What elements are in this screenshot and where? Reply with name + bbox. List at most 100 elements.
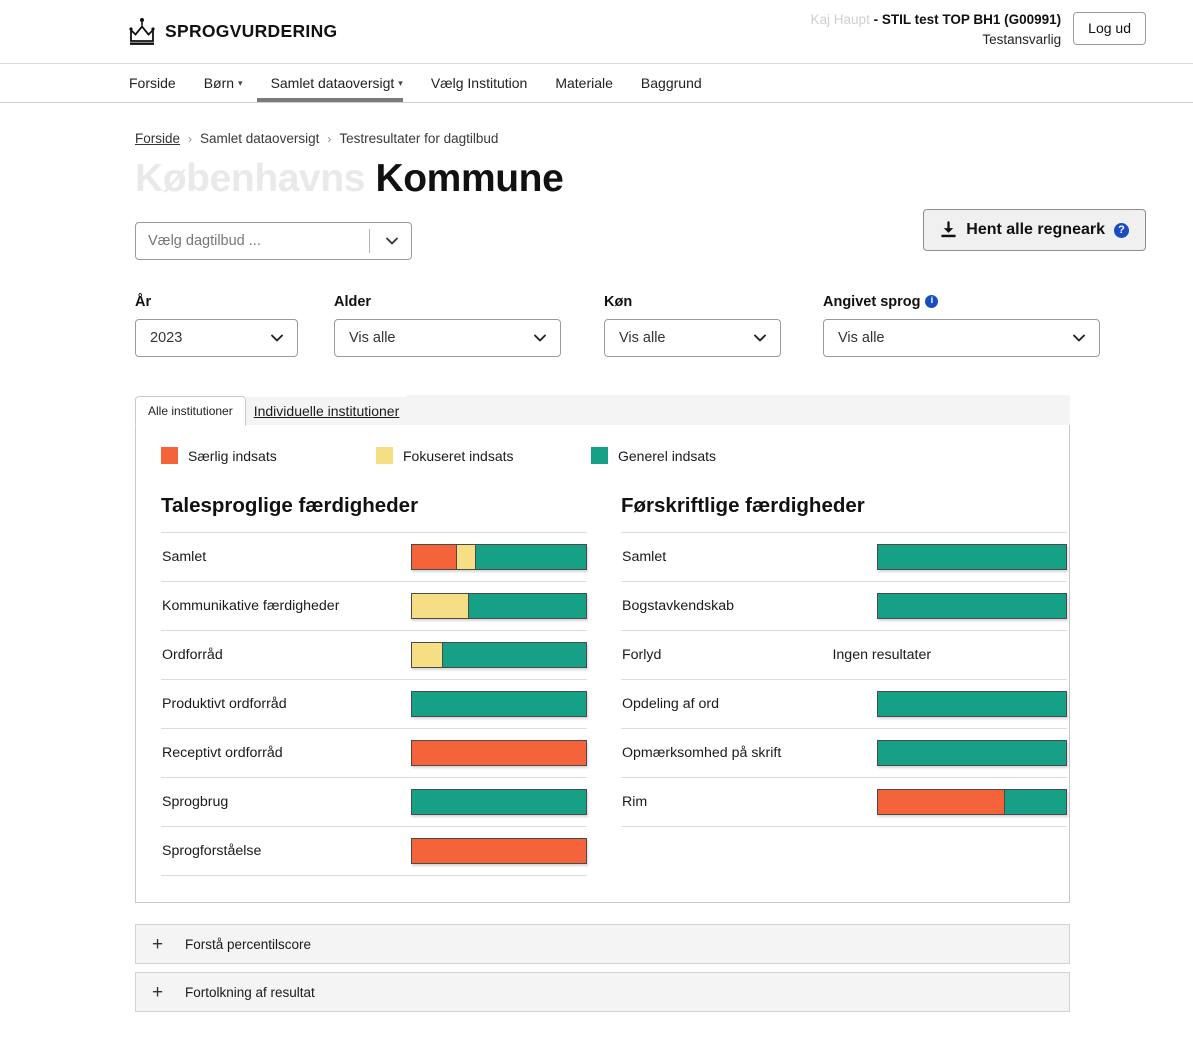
nav-item-forside[interactable]: Forside: [129, 64, 190, 102]
chevron-down-icon: [271, 334, 283, 342]
filter-alder-select[interactable]: Vis alle: [334, 319, 561, 358]
nav-item-materiale[interactable]: Materiale: [541, 64, 627, 102]
bar-segment: [412, 594, 468, 619]
filter-label-text: Alder: [334, 294, 372, 311]
bar-segment: [878, 790, 1004, 815]
results-column-foerskriftlige: Førskriftlige færdigheder Samlet Bogstavk…: [611, 494, 1067, 876]
accordion-list: + Forstå percentilscore + Fortolkning af…: [135, 924, 1070, 1013]
skill-row: Opdeling af ord: [621, 679, 1067, 729]
breadcrumb-item-current: Testresultater for dagtilbud: [339, 131, 499, 146]
brand-name: SPROGVURDERING: [165, 21, 338, 41]
help-icon[interactable]: ?: [1114, 222, 1129, 238]
user-name: Kaj Haupt: [810, 12, 870, 27]
chevron-down-icon: [386, 237, 398, 245]
skill-bar-cell: [380, 729, 587, 778]
skill-bar-cell: [830, 582, 1067, 631]
skill-bar-cell: [830, 680, 1067, 729]
nav-item-baggrund[interactable]: Baggrund: [627, 64, 716, 102]
page-title-municipality: Københavns: [135, 157, 366, 200]
filter-alder-label: Alder: [334, 294, 561, 310]
accordion-label: Forstå percentilscore: [185, 936, 312, 952]
bar-segment: [878, 545, 1066, 570]
user-organisation: - STIL test TOP BH1 (G00991): [873, 12, 1062, 27]
skill-row: Produktivt ordforråd: [161, 679, 587, 729]
filter-koen-select[interactable]: Vis alle: [604, 319, 781, 358]
user-text: Kaj Haupt - STIL test TOP BH1 (G00991) T…: [811, 8, 1062, 49]
skill-bar-cell: [380, 533, 587, 582]
chevron-down-icon: ▾: [238, 78, 243, 88]
legend-swatch-fokuseret: [376, 447, 393, 465]
page-content: Forside › Samlet dataoversigt › Testresu…: [0, 131, 1193, 1013]
skill-row: Kommunikative færdigheder: [161, 581, 587, 631]
bar-segment: [878, 741, 1066, 766]
filter-koen: Køn Vis alle: [604, 294, 781, 358]
stacked-bar: [411, 838, 587, 865]
results-column-talesproglige: Talesproglige færdigheder Samlet Kommunik…: [151, 494, 587, 876]
nav-label: Samlet dataoversigt: [270, 75, 395, 91]
accordion-forstaa-percentilscore[interactable]: + Forstå percentilscore: [135, 924, 1070, 965]
column-title-talesproglige: Talesproglige færdigheder: [161, 494, 419, 518]
nav-label: Materiale: [555, 75, 613, 91]
brand-logo[interactable]: SPROGVURDERING: [129, 17, 337, 47]
tab-alle-institutioner[interactable]: Alle institutioner: [135, 396, 246, 427]
skill-label: Samlet: [622, 549, 667, 566]
legend-swatch-generel: [591, 447, 608, 465]
user-block: Kaj Haupt - STIL test TOP BH1 (G00991) T…: [811, 8, 1146, 49]
filter-angivet-sprog: Angivet sprog i Vis alle: [823, 294, 1100, 358]
nav-item-boern[interactable]: Børn ▾: [190, 64, 257, 102]
download-button-label: Hent alle regneark: [966, 221, 1105, 239]
results-tabs-area: Alle institutioner Individuelle institut…: [135, 395, 1070, 904]
stacked-bar: [877, 691, 1067, 718]
breadcrumb-separator-icon: ›: [188, 131, 193, 146]
skill-label: Forlyd: [622, 647, 662, 664]
nav-item-vaelg-institution[interactable]: Vælg Institution: [417, 64, 542, 102]
dagtilbud-select[interactable]: Vælg dagtilbud ...: [135, 222, 412, 261]
legend-swatch-saerlig: [161, 447, 178, 465]
skill-bar-cell: [380, 631, 587, 680]
dagtilbud-row: Vælg dagtilbud ... Hent alle regneark ?: [135, 209, 1193, 280]
skill-label: Sprogforståelse: [162, 843, 262, 860]
no-result-text: Ingen resultater: [832, 647, 932, 664]
filter-aar-select[interactable]: 2023: [135, 319, 298, 358]
bar-segment: [467, 594, 586, 619]
skill-label: Ordforråd: [162, 647, 223, 664]
legend-item-fokuseret-indsats: Fokuseret indsats: [376, 447, 591, 465]
nav-item-samlet-dataoversigt[interactable]: Samlet dataoversigt ▾: [256, 64, 417, 102]
filter-alder-value: Vis alle: [349, 330, 396, 347]
skill-label: Samlet: [162, 549, 207, 566]
combo-divider: [369, 229, 370, 254]
download-icon: [941, 221, 956, 238]
stacked-bar: [411, 691, 587, 718]
skill-bar-cell: [380, 778, 587, 827]
accordion-fortolkning-af-resultat[interactable]: + Fortolkning af resultat: [135, 972, 1070, 1013]
skill-label: Rim: [622, 794, 648, 811]
chevron-down-icon: [754, 334, 766, 342]
breadcrumb-item-samlet-dataoversigt[interactable]: Samlet dataoversigt: [200, 131, 319, 146]
skill-row: Samlet: [621, 532, 1067, 582]
filter-angivet-sprog-select[interactable]: Vis alle: [823, 319, 1100, 358]
logout-button[interactable]: Log ud: [1073, 12, 1146, 46]
bar-segment: [412, 692, 586, 717]
chart-legend: Særlig indsats Fokuseret indsats Generel…: [151, 447, 1043, 465]
plus-icon: +: [152, 981, 164, 1003]
user-role: Testansvarlig: [982, 31, 1062, 47]
info-icon[interactable]: i: [925, 294, 939, 308]
download-all-spreadsheets-button[interactable]: Hent alle regneark ?: [923, 209, 1146, 252]
skill-label: Opmærksomhed på skrift: [622, 745, 782, 762]
nav-label: Børn: [203, 75, 235, 91]
skill-row: Sprogforståelse: [161, 826, 587, 876]
stacked-bar: [411, 789, 587, 816]
app-header: SPROGVURDERING Kaj Haupt - STIL test TOP…: [0, 0, 1193, 63]
skill-bar-cell: [830, 778, 1067, 827]
tab-individuelle-institutioner[interactable]: Individuelle institutioner: [245, 397, 408, 426]
breadcrumb-item-forside[interactable]: Forside: [135, 131, 180, 146]
skill-row: Ordforråd: [161, 630, 587, 680]
chevron-down-icon: [534, 334, 546, 342]
filter-angivet-sprog-label: Angivet sprog i: [823, 294, 1100, 310]
filter-koen-value: Vis alle: [619, 330, 666, 347]
skill-label: Produktivt ordforråd: [162, 696, 287, 713]
bar-segment: [412, 839, 586, 864]
legend-item-generel-indsats: Generel indsats: [591, 447, 716, 465]
nav-label: Baggrund: [640, 75, 702, 91]
accordion-label: Fortolkning af resultat: [185, 984, 315, 1000]
